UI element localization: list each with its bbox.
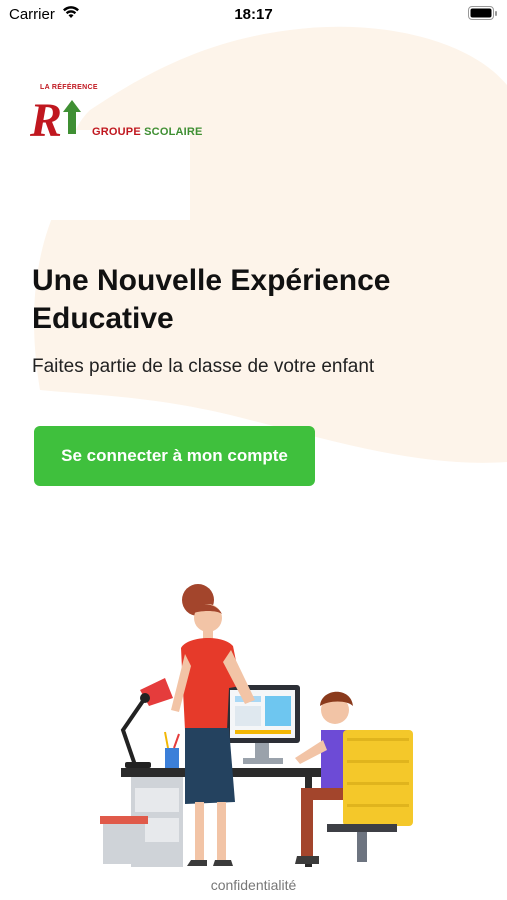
logo-mark-icon: R bbox=[30, 94, 81, 142]
login-button[interactable]: Se connecter à mon compte bbox=[34, 426, 315, 486]
logo-group-name: GROUPE SCOLAIRE bbox=[92, 126, 203, 138]
trash-bin-icon bbox=[100, 816, 148, 864]
svg-text:R: R bbox=[30, 94, 62, 142]
computer-monitor-icon bbox=[225, 685, 300, 764]
logo-name-part1: GROUPE bbox=[92, 126, 145, 138]
page-title: Une Nouvelle Expérience Educative bbox=[32, 264, 391, 335]
school-logo: LA RÉFÉRENCE R GROUPE SCOLAIRE bbox=[30, 84, 210, 144]
privacy-link[interactable]: confidentialité bbox=[0, 877, 507, 893]
page-subtitle: Faites partie de la classe de votre enfa… bbox=[32, 356, 375, 377]
logo-name-part2: SCOLAIRE bbox=[144, 126, 203, 138]
teacher-student-illustration bbox=[100, 584, 413, 867]
